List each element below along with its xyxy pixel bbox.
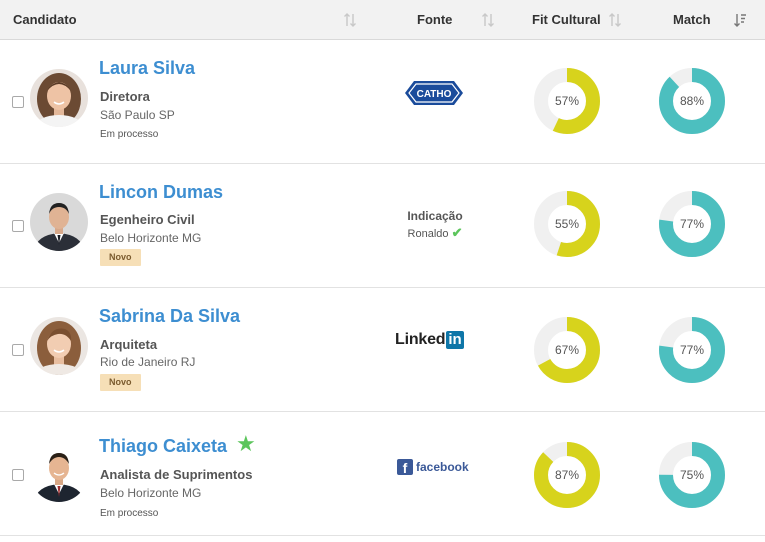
star-icon[interactable]: ★ [236, 433, 256, 455]
sort-icon[interactable] [481, 12, 495, 28]
sort-desc-icon[interactable] [733, 12, 747, 28]
check-icon: ✔ [451, 225, 463, 240]
column-header-candidate[interactable]: Candidato [13, 0, 77, 40]
match-chart: 75% [657, 440, 727, 510]
row-checkbox[interactable] [12, 344, 24, 356]
row-checkbox[interactable] [12, 96, 24, 108]
source-title: Indicação [407, 209, 463, 223]
sort-icon[interactable] [343, 12, 357, 28]
table-row[interactable]: Lincon Dumas Egenheiro Civil Belo Horizo… [0, 164, 765, 288]
source-referral: Indicação Ronaldo ✔ [385, 209, 485, 241]
candidate-role: Egenheiro Civil [100, 212, 195, 227]
sort-icon[interactable] [608, 12, 622, 28]
new-badge: Novo [100, 374, 141, 391]
candidate-status: Em processo [100, 129, 159, 140]
candidate-status: Em processo [100, 508, 159, 519]
match-chart: 77% [657, 315, 727, 385]
column-header-fit-cultural[interactable]: Fit Cultural [532, 0, 601, 40]
facebook-f-icon: f [397, 459, 413, 476]
candidate-location: Belo Horizonte MG [100, 486, 202, 500]
candidate-role: Arquiteta [100, 337, 158, 352]
linkedin-logo-box: in [446, 331, 464, 349]
column-header-match[interactable]: Match [673, 0, 711, 40]
fit-cultural-value: 57% [554, 94, 580, 108]
candidate-role: Analista de Suprimentos [100, 467, 253, 482]
table-row[interactable]: Laura Silva Diretora São Paulo SP Em pro… [0, 40, 765, 164]
new-badge: Novo [100, 249, 141, 266]
match-value: 77% [679, 217, 705, 231]
fit-cultural-value: 67% [554, 343, 580, 357]
facebook-logo: f facebook [397, 459, 469, 477]
avatar [30, 193, 88, 251]
table-header: Candidato Fonte Fit Cultural Match [0, 0, 765, 40]
avatar [30, 317, 88, 375]
match-value: 77% [679, 343, 705, 357]
candidate-name[interactable]: Laura Silva [99, 58, 195, 79]
column-header-source[interactable]: Fonte [417, 0, 452, 40]
row-checkbox[interactable] [12, 469, 24, 481]
match-value: 88% [679, 94, 705, 108]
row-checkbox[interactable] [12, 220, 24, 232]
candidate-name[interactable]: Sabrina Da Silva [99, 306, 240, 327]
fit-cultural-value: 87% [554, 468, 580, 482]
candidate-name[interactable]: Thiago Caixeta [99, 436, 227, 457]
fit-cultural-chart: 55% [532, 189, 602, 259]
candidate-role: Diretora [100, 89, 150, 104]
facebook-logo-text: facebook [416, 460, 469, 474]
candidate-location: Rio de Janeiro RJ [100, 355, 196, 369]
fit-cultural-chart: 67% [532, 315, 602, 385]
linkedin-logo: Linked in [395, 331, 464, 351]
table-row[interactable]: Thiago Caixeta ★ Analista de Suprimentos… [0, 412, 765, 536]
fit-cultural-chart: 87% [532, 440, 602, 510]
fit-cultural-chart: 57% [532, 66, 602, 136]
avatar [30, 69, 88, 127]
candidate-location: Belo Horizonte MG [100, 231, 202, 245]
match-value: 75% [679, 468, 705, 482]
catho-logo-text: CATHO [417, 89, 452, 100]
linkedin-logo-text: Linked [395, 331, 446, 348]
candidate-name[interactable]: Lincon Dumas [99, 182, 223, 203]
candidate-location: São Paulo SP [100, 108, 175, 122]
match-chart: 88% [657, 66, 727, 136]
match-chart: 77% [657, 189, 727, 259]
avatar [30, 444, 88, 502]
referrer-name: Ronaldo [407, 228, 449, 240]
catho-logo: CATHO [404, 80, 464, 106]
fit-cultural-value: 55% [554, 217, 580, 231]
table-row[interactable]: Sabrina Da Silva Arquiteta Rio de Janeir… [0, 288, 765, 412]
